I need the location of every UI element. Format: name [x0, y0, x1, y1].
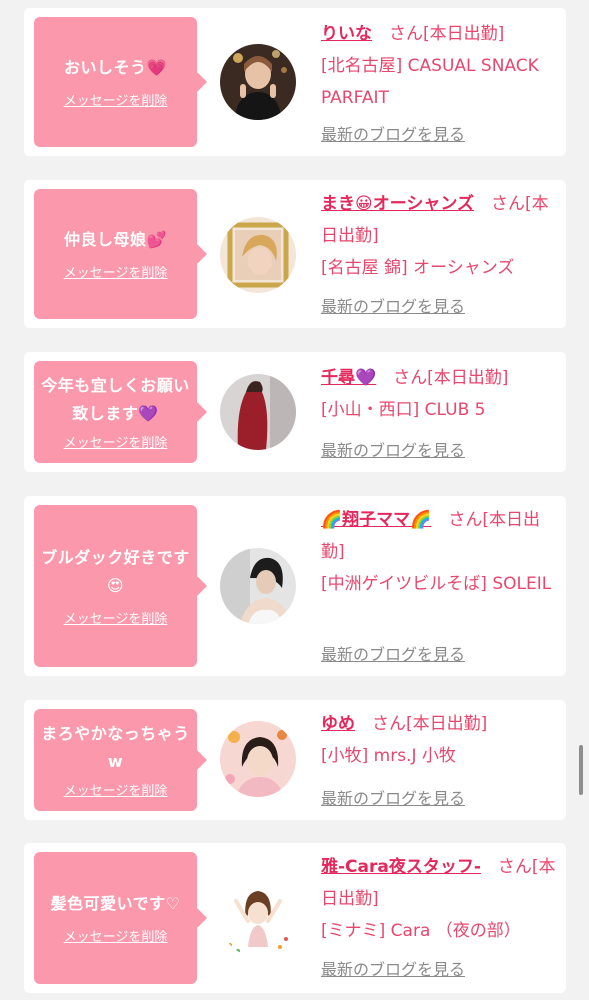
avatar[interactable] — [220, 881, 296, 957]
shop-name: [名古屋 錦] オーシャンズ — [321, 258, 515, 278]
message-card: 今年も宜しくお願い致します💜 メッセージを削除 千尋💜 さん[本日出勤] [小山… — [24, 352, 566, 472]
avatar[interactable] — [220, 374, 296, 450]
message-text: おいしそう💗 — [64, 58, 167, 77]
cast-info: ゆめ さん[本日出勤] [小牧] mrs.J 小牧 — [321, 708, 557, 772]
cast-info: 千尋💜 さん[本日出勤] [小山・西口] CLUB 5 — [321, 362, 557, 426]
avatar[interactable] — [220, 44, 296, 120]
cast-name-link[interactable]: 千尋💜 — [321, 368, 376, 388]
message-bubble: おいしそう💗 メッセージを削除 — [34, 17, 207, 147]
message-card: おいしそう💗 メッセージを削除 りいな さん[本日出勤] [北名古屋] CASU… — [24, 8, 566, 156]
message-bubble: まろやかなっちゃうw メッセージを削除 — [34, 709, 207, 811]
shop-name: [小牧] mrs.J 小牧 — [321, 746, 456, 766]
delete-message-link[interactable]: メッセージを削除 — [64, 436, 168, 452]
cast-info: 雅-Cara夜スタッフ- さん[本日出勤] [ミナミ] Cara （夜の部） — [321, 851, 557, 947]
message-card: まろやかなっちゃうw メッセージを削除 ゆめ さん[本日出勤] [小牧] mrs… — [24, 700, 566, 820]
message-text: 仲良し母娘💕 — [64, 230, 167, 249]
latest-blog-link[interactable]: 最新のブログを見る — [321, 785, 465, 809]
san-status: さん[本日出勤] — [355, 714, 488, 734]
shop-name: [中洲ゲイツビルそば] SOLEIL — [321, 574, 552, 594]
avatar[interactable] — [220, 548, 296, 624]
delete-message-link[interactable]: メッセージを削除 — [64, 266, 168, 282]
scrollbar[interactable] — [579, 745, 583, 795]
message-text: 今年も宜しくお願い致します💜 — [41, 376, 190, 423]
latest-blog-link[interactable]: 最新のブログを見る — [321, 641, 465, 665]
message-bubble: 仲良し母娘💕 メッセージを削除 — [34, 189, 207, 319]
message-text: 髪色可愛いです♡ — [50, 894, 181, 913]
latest-blog-link[interactable]: 最新のブログを見る — [321, 437, 465, 461]
cast-info: まき😀オーシャンズ さん[本日出勤] [名古屋 錦] オーシャンズ — [321, 188, 557, 284]
message-text: まろやかなっちゃうw — [41, 724, 190, 771]
message-text: ブルダック好きです😍 — [41, 548, 190, 595]
message-card: 仲良し母娘💕 メッセージを削除 まき😀オーシャンズ さん[本日出勤] [名古屋 … — [24, 180, 566, 328]
san-status: さん[本日出勤] — [372, 24, 505, 44]
message-bubble: 髪色可愛いです♡ メッセージを削除 — [34, 852, 207, 984]
cast-name-link[interactable]: 🌈翔子ママ🌈 — [321, 510, 431, 530]
cast-name-link[interactable]: りいな — [321, 24, 372, 44]
avatar[interactable] — [220, 217, 296, 293]
cast-name-link[interactable]: まき😀オーシャンズ — [321, 194, 474, 214]
san-status: さん[本日出勤] — [376, 368, 509, 388]
delete-message-link[interactable]: メッセージを削除 — [64, 94, 168, 110]
cast-info: 🌈翔子ママ🌈 さん[本日出勤] [中洲ゲイツビルそば] SOLEIL — [321, 504, 557, 600]
latest-blog-link[interactable]: 最新のブログを見る — [321, 293, 465, 317]
message-card: ブルダック好きです😍 メッセージを削除 🌈翔子ママ🌈 さん[本日出勤] [中洲ゲ… — [24, 496, 566, 676]
message-bubble: ブルダック好きです😍 メッセージを削除 — [34, 505, 207, 667]
shop-name: [小山・西口] CLUB 5 — [321, 400, 486, 420]
avatar[interactable] — [220, 721, 296, 797]
delete-message-link[interactable]: メッセージを削除 — [64, 930, 168, 946]
delete-message-link[interactable]: メッセージを削除 — [64, 612, 168, 628]
cast-info: りいな さん[本日出勤] [北名古屋] CASUAL SNACK PARFAIT — [321, 18, 557, 114]
cast-name-link[interactable]: ゆめ — [321, 714, 355, 734]
message-bubble: 今年も宜しくお願い致します💜 メッセージを削除 — [34, 361, 207, 463]
latest-blog-link[interactable]: 最新のブログを見る — [321, 121, 465, 145]
latest-blog-link[interactable]: 最新のブログを見る — [321, 956, 465, 980]
delete-message-link[interactable]: メッセージを削除 — [64, 784, 168, 800]
shop-name: [北名古屋] CASUAL SNACK PARFAIT — [321, 56, 539, 108]
cast-name-link[interactable]: 雅-Cara夜スタッフ- — [321, 857, 481, 877]
message-card: 髪色可愛いです♡ メッセージを削除 雅-Cara夜スタッフ- さん[本日出勤] … — [24, 843, 566, 993]
shop-name: [ミナミ] Cara （夜の部） — [321, 921, 521, 941]
